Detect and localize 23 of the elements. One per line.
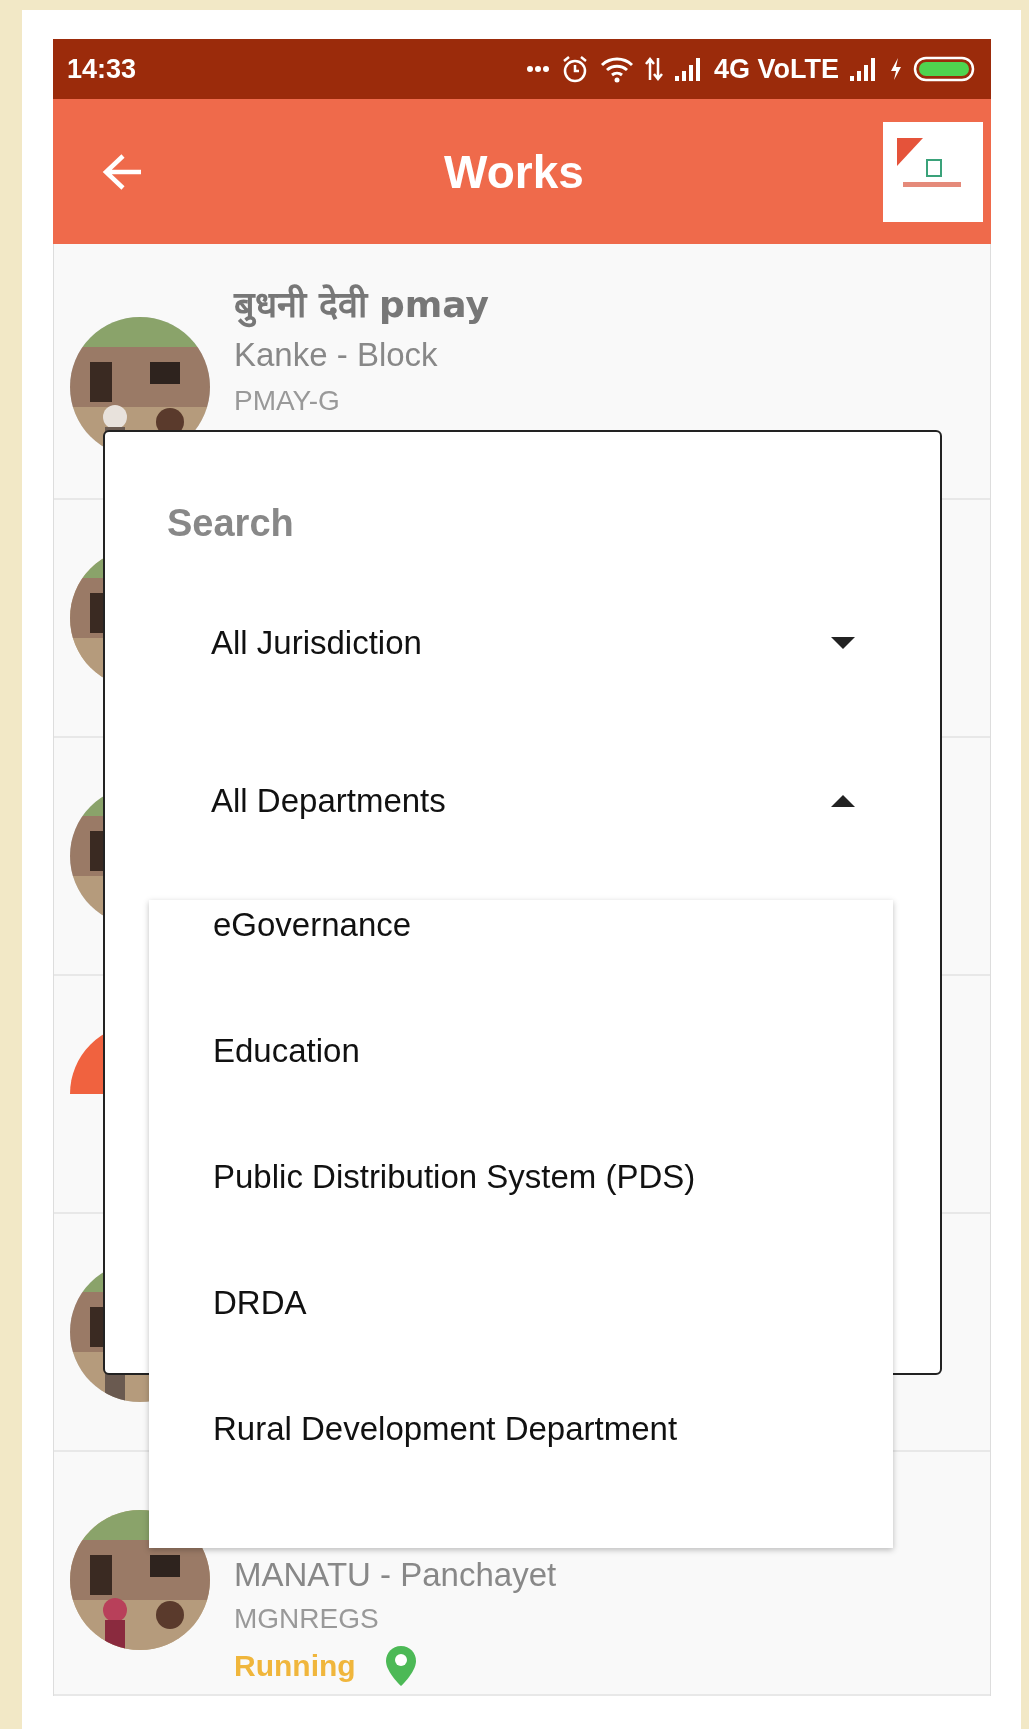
menu-option[interactable]: eGovernance [149,900,893,988]
data-arrows-icon [644,56,664,82]
app-title: Works [443,144,585,199]
work-location: Kanke - Block [234,335,439,375]
dropdown-field[interactable]: All Departments [167,761,856,841]
network-label: 4G VoLTE [714,53,839,85]
wifi-icon [600,55,634,83]
work-title: बुधनी देवी pmay [234,279,489,331]
menu-option[interactable]: DRDA [149,1240,893,1366]
work-status: Running [234,1649,356,1683]
menu-option[interactable]: Education [149,988,893,1114]
work-location: MANATU - Panchayet [234,1556,557,1594]
dropdown-field[interactable]: All Jurisdiction [167,603,856,683]
location-pin-icon[interactable] [383,1644,418,1688]
dialog-title: Search [167,502,295,545]
more-dots-icon [526,65,550,73]
menu-option[interactable]: Public Distribution System (PDS) [149,1114,893,1240]
clock-time: 14:33 [67,53,137,85]
work-scheme: MGNREGS [234,1602,380,1636]
charging-icon [889,57,903,81]
battery-icon [913,55,977,83]
work-scheme: PMAY-G [234,384,341,418]
logo-icon [883,121,983,222]
